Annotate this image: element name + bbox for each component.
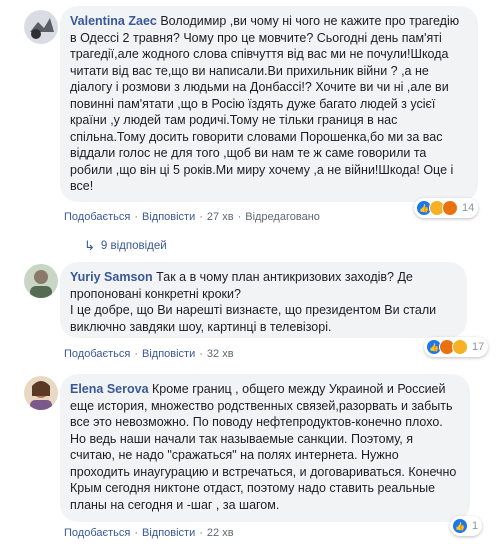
reaction-summary[interactable]: 👍 17: [424, 337, 489, 357]
reply-link[interactable]: Відповісти: [142, 348, 195, 360]
reply-link[interactable]: Відповісти: [142, 211, 195, 223]
angry-reaction-icon: [442, 200, 458, 216]
view-replies-link[interactable]: ↳ 9 відповідей: [84, 238, 167, 254]
author-name[interactable]: Elena Serova: [70, 382, 149, 396]
comment-bubble: Valentina Zaec Володимир ,ви чому ні чог…: [60, 6, 478, 202]
reaction-count: 17: [472, 341, 485, 353]
reaction-summary[interactable]: 👍 1: [450, 516, 483, 536]
comment-bubble: Yuriy Samson Так а в чому план антикризо…: [60, 262, 467, 338]
comment-text: Valentina Zaec Володимир ,ви чому ні чог…: [70, 14, 463, 193]
reply-link[interactable]: Відповісти: [142, 527, 195, 539]
timestamp[interactable]: 32 хв: [207, 348, 234, 360]
like-link[interactable]: Подобається: [64, 211, 130, 223]
like-reaction-icon: 👍: [452, 518, 468, 534]
comment-actions: Подобається · Відповісти · 22 хв: [64, 527, 234, 539]
comment-bubble: Elena Serova Кроме границ , общего между…: [60, 374, 470, 522]
like-link[interactable]: Подобається: [64, 527, 130, 539]
reply-arrow-icon: ↳: [84, 238, 95, 253]
avatar[interactable]: [24, 376, 58, 410]
comment-text: Elena Serova Кроме границ , общего между…: [70, 382, 460, 512]
reaction-count: 1: [472, 520, 479, 532]
author-name[interactable]: Valentina Zaec: [70, 14, 157, 28]
comment-actions: Подобається · Відповісти · 32 хв: [64, 348, 234, 360]
edited-label[interactable]: Відредаговано: [245, 211, 320, 223]
avatar[interactable]: [24, 264, 58, 298]
comment-actions: Подобається · Відповісти · 27 хв · Відредагова…: [64, 211, 320, 223]
timestamp[interactable]: 22 хв: [207, 527, 234, 539]
reaction-count: 14: [462, 202, 475, 214]
avatar[interactable]: [24, 10, 58, 44]
haha-reaction-icon: [452, 339, 468, 355]
timestamp[interactable]: 27 хв: [207, 211, 234, 223]
author-name[interactable]: Yuriy Samson: [70, 270, 153, 284]
like-link[interactable]: Подобається: [64, 348, 130, 360]
comment-text: Yuriy Samson Так а в чому план антикризо…: [70, 270, 437, 334]
reaction-summary[interactable]: 👍 14: [414, 198, 479, 218]
